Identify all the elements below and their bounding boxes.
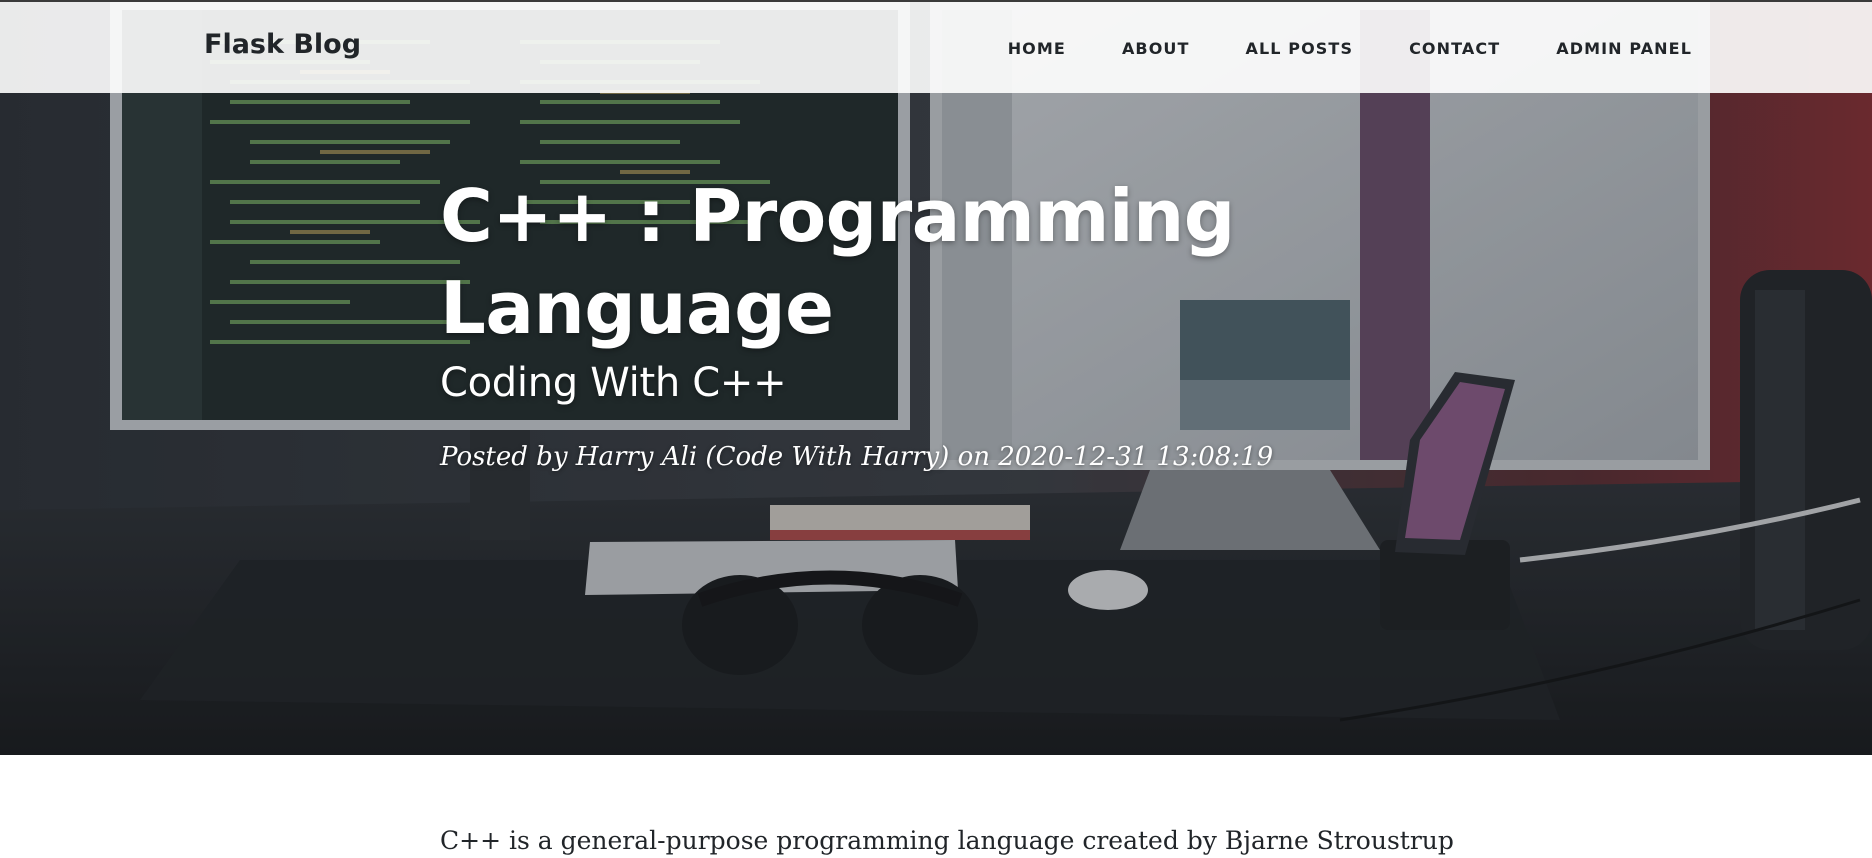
- nav-link-home[interactable]: HOME: [1008, 39, 1066, 58]
- post-article: C++ is a general-purpose programming lan…: [440, 826, 1454, 855]
- post-title: C++ : Programming Language: [440, 170, 1340, 354]
- navbar-links: HOME ABOUT ALL POSTS CONTACT ADMIN PANEL: [952, 39, 1692, 58]
- post-title-line-2: Language: [440, 266, 834, 350]
- post-meta: Posted by Harry Ali (Code With Harry) on…: [440, 442, 1274, 472]
- navbar-brand-link[interactable]: Flask Blog: [204, 29, 361, 60]
- post-title-line-1: C++ : Programming: [440, 174, 1235, 258]
- nav-link-contact[interactable]: CONTACT: [1409, 39, 1500, 58]
- nav-link-about[interactable]: ABOUT: [1122, 39, 1190, 58]
- nav-link-admin-panel[interactable]: ADMIN PANEL: [1556, 39, 1692, 58]
- main-navbar: Flask Blog HOME ABOUT ALL POSTS CONTACT …: [0, 0, 1872, 93]
- post-header-hero: C++ : Programming Language Coding With C…: [0, 0, 1872, 755]
- post-body-paragraph: C++ is a general-purpose programming lan…: [440, 826, 1454, 855]
- post-heading: C++ : Programming Language Coding With C…: [440, 170, 1340, 472]
- post-subtitle: Coding With C++: [440, 360, 787, 406]
- nav-link-all-posts[interactable]: ALL POSTS: [1246, 39, 1354, 58]
